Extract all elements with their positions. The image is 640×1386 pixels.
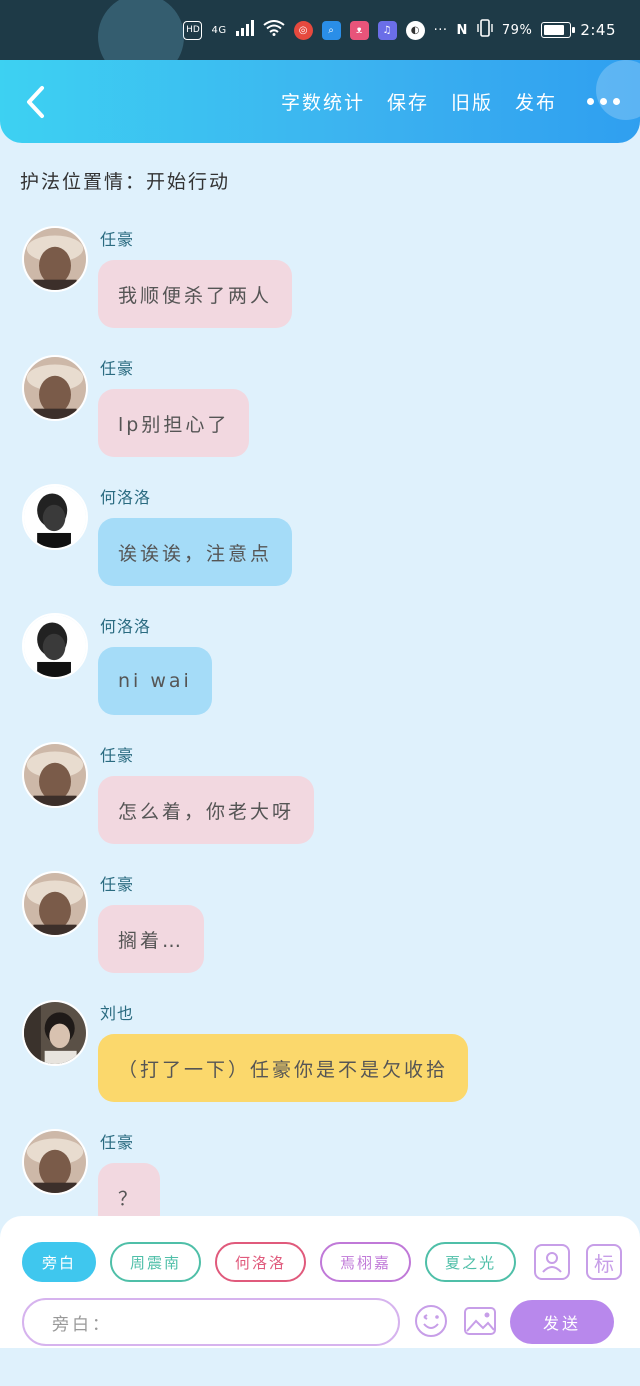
avatar[interactable] (22, 613, 88, 679)
battery-icon (541, 22, 576, 38)
battery-percent: 79% (501, 22, 533, 38)
message-bubble[interactable]: 搁着… (98, 905, 205, 973)
browser-app-icon: ◐ (405, 20, 425, 40)
signal-icon (235, 20, 254, 40)
chat-heading: 护法位置情：开始行动 (20, 171, 231, 193)
message-bubble[interactable]: 我顺便杀了两人 (98, 260, 293, 328)
avatar[interactable] (22, 355, 88, 421)
music-app-icon: ♫ (377, 20, 397, 40)
role-chip[interactable]: 焉栩嘉 (320, 1242, 412, 1282)
search-app-icon: ⌕ (321, 20, 341, 40)
tag-button[interactable]: 标 (586, 1244, 622, 1280)
clock: 2:45 (580, 21, 616, 39)
send-button[interactable]: 发送 (510, 1300, 614, 1344)
cat-app-icon: ᴥ (349, 20, 369, 40)
sender-name: 何洛洛 (100, 488, 152, 507)
sender-name: 任豪 (100, 230, 135, 249)
back-button[interactable] (18, 82, 52, 122)
more-notifications-icon: ··· (433, 22, 448, 38)
role-chip-narrator[interactable]: 旁白 (22, 1242, 97, 1282)
role-chip[interactable]: 夏之光 (425, 1242, 517, 1282)
role-chip[interactable]: 周震南 (110, 1242, 202, 1282)
save-button[interactable]: 保存 (387, 88, 429, 115)
sender-name: 刘也 (100, 1004, 135, 1023)
sender-name: 任豪 (100, 359, 135, 378)
old-version-button[interactable]: 旧版 (451, 88, 493, 115)
message-bubble[interactable]: 怎么着，你老大呀 (98, 776, 315, 844)
nfc-icon: N (456, 22, 468, 38)
sender-name: 任豪 (100, 875, 135, 894)
sender-name: 任豪 (100, 746, 135, 765)
avatar[interactable] (22, 871, 88, 937)
message-input[interactable]: 旁白： (22, 1298, 400, 1346)
sender-name: 任豪 (100, 1133, 135, 1152)
avatar[interactable] (22, 484, 88, 550)
chevron-left-icon (27, 86, 44, 118)
wifi-icon (262, 20, 285, 40)
hd-indicator: HD (183, 20, 203, 40)
message-bubble[interactable]: ni wai (98, 647, 212, 715)
word-count-button[interactable]: 字数统计 (281, 88, 365, 115)
more-icon[interactable] (587, 98, 620, 105)
publish-button[interactable]: 发布 (515, 88, 557, 115)
avatar[interactable] (22, 1000, 88, 1066)
vibrate-icon (477, 19, 493, 41)
composer-panel: 旁白 周震南 何洛洛 焉栩嘉 夏之光 标 旁白： 发送 (0, 1216, 640, 1348)
message-bubble[interactable]: （打了一下）任豪你是不是欠收拾 (98, 1034, 469, 1102)
top-bar: 字数统计 保存 旧版 发布 (0, 60, 640, 143)
sender-name: 何洛洛 (100, 617, 152, 636)
emoji-icon (415, 1305, 447, 1337)
image-icon (464, 1307, 496, 1335)
person-icon (542, 1252, 562, 1273)
message-bubble[interactable]: lp别担心了 (98, 389, 250, 457)
avatar[interactable] (22, 742, 88, 808)
role-selector: 旁白 周震南 何洛洛 焉栩嘉 夏之光 (22, 1242, 522, 1284)
decorative-bubble (98, 0, 184, 60)
avatar[interactable] (22, 1129, 88, 1195)
message-bubble[interactable]: 诶诶诶，注意点 (98, 518, 293, 586)
add-character-button[interactable] (534, 1244, 570, 1280)
app-notification-icon: ◎ (293, 20, 313, 40)
emoji-button[interactable] (412, 1302, 450, 1340)
avatar[interactable] (22, 226, 88, 292)
status-bar: HD 4G ◎ ⌕ ᴥ ♫ ◐ ··· N 79% 2:45 (0, 0, 640, 60)
header-actions: 字数统计 保存 旧版 发布 (281, 88, 620, 115)
network-type: 4G (211, 24, 227, 36)
image-button[interactable] (461, 1302, 499, 1340)
role-chip[interactable]: 何洛洛 (215, 1242, 307, 1282)
